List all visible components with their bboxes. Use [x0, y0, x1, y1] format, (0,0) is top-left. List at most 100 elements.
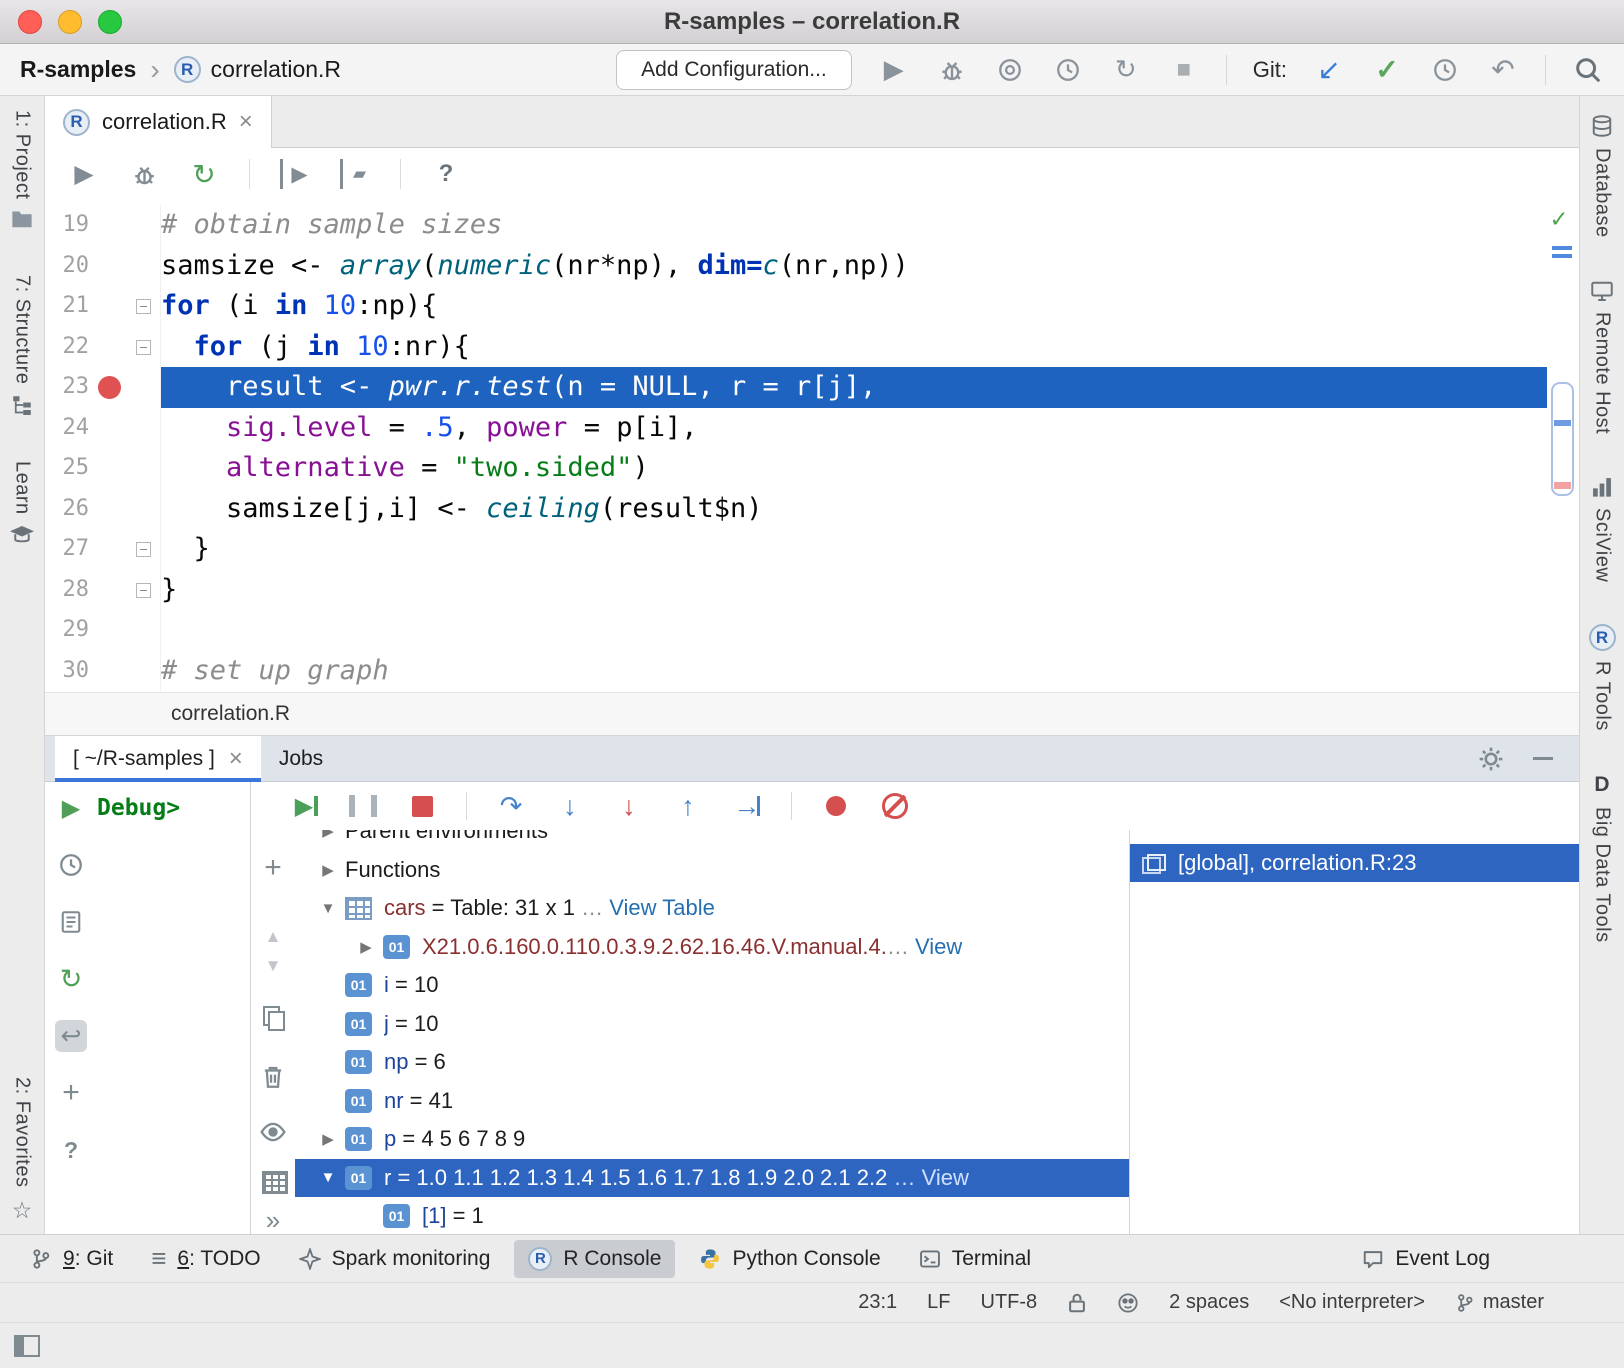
toolwindow-database[interactable]: Database	[1590, 114, 1614, 238]
close-window-button[interactable]	[18, 10, 42, 34]
rerun-script-icon[interactable]	[189, 159, 219, 189]
r-console-pane[interactable]: Debug>	[45, 782, 251, 1234]
variable-row[interactable]: p = 4 5 6 7 8 9	[295, 1120, 1129, 1159]
code-line[interactable]: 27 }	[45, 529, 1579, 570]
code-line[interactable]: 21for (i in 10:np){	[45, 286, 1579, 327]
help-icon[interactable]: ?	[431, 159, 461, 189]
lock-icon[interactable]	[1067, 1292, 1087, 1314]
expand-arrow-icon[interactable]	[311, 830, 345, 840]
step-over-icon[interactable]	[496, 791, 526, 821]
delete-icon[interactable]	[259, 1064, 287, 1091]
commit-icon[interactable]	[1371, 54, 1403, 86]
code-line[interactable]: 25 alternative = "two.sided")	[45, 448, 1579, 489]
view-link[interactable]: View	[915, 934, 962, 959]
code-editor[interactable]: 19# obtain sample sizes20samsize <- arra…	[45, 200, 1579, 692]
toolwindow-big-data-tools[interactable]: Big Data Tools	[1591, 773, 1614, 943]
variable-row[interactable]: Functions	[295, 851, 1129, 890]
view-breakpoints-icon[interactable]	[821, 791, 851, 821]
add-console-icon[interactable]	[55, 1077, 87, 1109]
run-to-cursor-icon[interactable]	[732, 791, 762, 821]
mute-breakpoints-icon[interactable]	[880, 791, 910, 821]
error-stripe[interactable]	[1547, 200, 1579, 692]
toolwindow-sciview[interactable]: SciView	[1591, 476, 1614, 582]
stop-icon[interactable]	[407, 791, 437, 821]
view-link[interactable]: View	[922, 1165, 969, 1190]
move-down-icon[interactable]	[259, 953, 287, 980]
expand-arrow-icon[interactable]	[311, 1169, 345, 1186]
editor-tab-correlation[interactable]: correlation.R	[45, 96, 272, 148]
toolwindow-r-console[interactable]: R Console	[514, 1240, 675, 1278]
variable-row[interactable]: Parent environments	[295, 830, 1129, 851]
variable-row[interactable]: j = 10	[295, 1005, 1129, 1044]
fold-marker-icon[interactable]	[136, 583, 151, 598]
debug-to-cursor-icon[interactable]	[340, 159, 370, 189]
line-separator[interactable]: LF	[927, 1291, 950, 1314]
titlebar[interactable]: R-samples – correlation.R	[0, 0, 1624, 44]
step-out-icon[interactable]	[673, 791, 703, 821]
soft-wrap-icon[interactable]	[55, 1020, 87, 1052]
code-line[interactable]: 30# set up graph	[45, 651, 1579, 692]
breadcrumb-file[interactable]: correlation.R	[171, 702, 290, 726]
toolwindow-favorites[interactable]: 2: Favorites	[11, 1077, 34, 1224]
toolwindow-r-tools[interactable]: R Tools	[1589, 624, 1616, 731]
coverage-icon[interactable]	[994, 54, 1026, 86]
code-line[interactable]: 23 result <- pwr.r.test(n = NULL, r = r[…	[45, 367, 1579, 408]
code-line[interactable]: 19# obtain sample sizes	[45, 205, 1579, 246]
toolwindow-python-console[interactable]: Python Console	[685, 1240, 894, 1278]
rollback-icon[interactable]	[1487, 54, 1519, 86]
rerun-icon[interactable]	[1110, 54, 1142, 86]
code-line[interactable]: 29	[45, 610, 1579, 651]
pause-icon[interactable]	[348, 791, 378, 821]
toolwindow-event-log[interactable]: Event Log	[1348, 1240, 1504, 1278]
settings-gear-icon[interactable]	[1477, 745, 1505, 773]
expand-arrow-icon[interactable]	[349, 938, 383, 956]
variable-row[interactable]: X21.0.6.160.0.110.0.3.9.2.62.16.46.V.man…	[295, 928, 1129, 967]
expand-arrow-icon[interactable]	[311, 861, 345, 879]
watch-icon[interactable]	[259, 1119, 287, 1146]
variable-row[interactable]: nr = 41	[295, 1082, 1129, 1121]
run-to-cursor-icon[interactable]	[280, 159, 310, 189]
help-icon[interactable]	[55, 1134, 87, 1166]
breadcrumb-project[interactable]: R-samples	[20, 56, 136, 83]
fold-marker-icon[interactable]	[136, 340, 151, 355]
variable-row[interactable]: r = 1.0 1.1 1.2 1.3 1.4 1.5 1.6 1.7 1.8 …	[295, 1159, 1129, 1198]
step-into-icon[interactable]	[555, 791, 585, 821]
caret-position[interactable]: 23:1	[858, 1291, 897, 1314]
toolwindow-terminal[interactable]: Terminal	[905, 1240, 1045, 1278]
add-watch-icon[interactable]	[259, 854, 287, 882]
show-as-table-icon[interactable]	[259, 1167, 287, 1194]
git-branch-widget[interactable]: master	[1455, 1291, 1544, 1314]
add-configuration-button[interactable]: Add Configuration...	[616, 50, 852, 90]
code-line[interactable]: 28}	[45, 570, 1579, 611]
indent-setting[interactable]: 2 spaces	[1169, 1291, 1249, 1314]
resume-icon[interactable]	[289, 791, 319, 821]
toolwindow-spark-monitoring[interactable]: Spark monitoring	[285, 1240, 505, 1278]
tab-r-samples-console[interactable]: [ ~/R-samples ]	[55, 736, 261, 782]
debug-script-icon[interactable]	[129, 159, 159, 189]
run-script-icon[interactable]	[69, 159, 99, 189]
toolwindow-todo[interactable]: 6: TODO	[137, 1240, 274, 1278]
tab-jobs[interactable]: Jobs	[261, 736, 341, 782]
copy-icon[interactable]	[259, 1003, 287, 1030]
toolwindow-remote-host[interactable]: Remote Host	[1590, 280, 1614, 434]
code-line[interactable]: 26 samsize[j,i] <- ceiling(result$n)	[45, 489, 1579, 530]
view-link[interactable]: View Table	[609, 895, 715, 920]
code-line[interactable]: 20samsize <- array(numeric(nr*np), dim=c…	[45, 246, 1579, 287]
interpreter-setting[interactable]: <No interpreter>	[1279, 1291, 1425, 1314]
code-line[interactable]: 22 for (j in 10:nr){	[45, 327, 1579, 368]
history-icon[interactable]	[55, 849, 87, 881]
update-project-icon[interactable]	[1313, 54, 1345, 86]
console-prompt[interactable]: Debug>	[97, 782, 180, 1234]
toolwindow-learn[interactable]: Learn	[10, 461, 34, 545]
minimize-window-button[interactable]	[58, 10, 82, 34]
search-icon[interactable]	[1572, 54, 1604, 86]
toggle-toolwindow-bars-icon[interactable]	[14, 1335, 40, 1357]
move-up-icon[interactable]	[259, 924, 287, 951]
fold-marker-icon[interactable]	[136, 299, 151, 314]
inspections-profile-icon[interactable]	[1117, 1292, 1139, 1314]
breakpoint-icon[interactable]	[98, 376, 121, 399]
execute-icon[interactable]	[55, 792, 87, 824]
variable-row[interactable]: [1] = 1	[295, 1197, 1129, 1234]
fold-marker-icon[interactable]	[136, 542, 151, 557]
stack-frame-row[interactable]: [global], correlation.R:23	[1130, 844, 1579, 882]
